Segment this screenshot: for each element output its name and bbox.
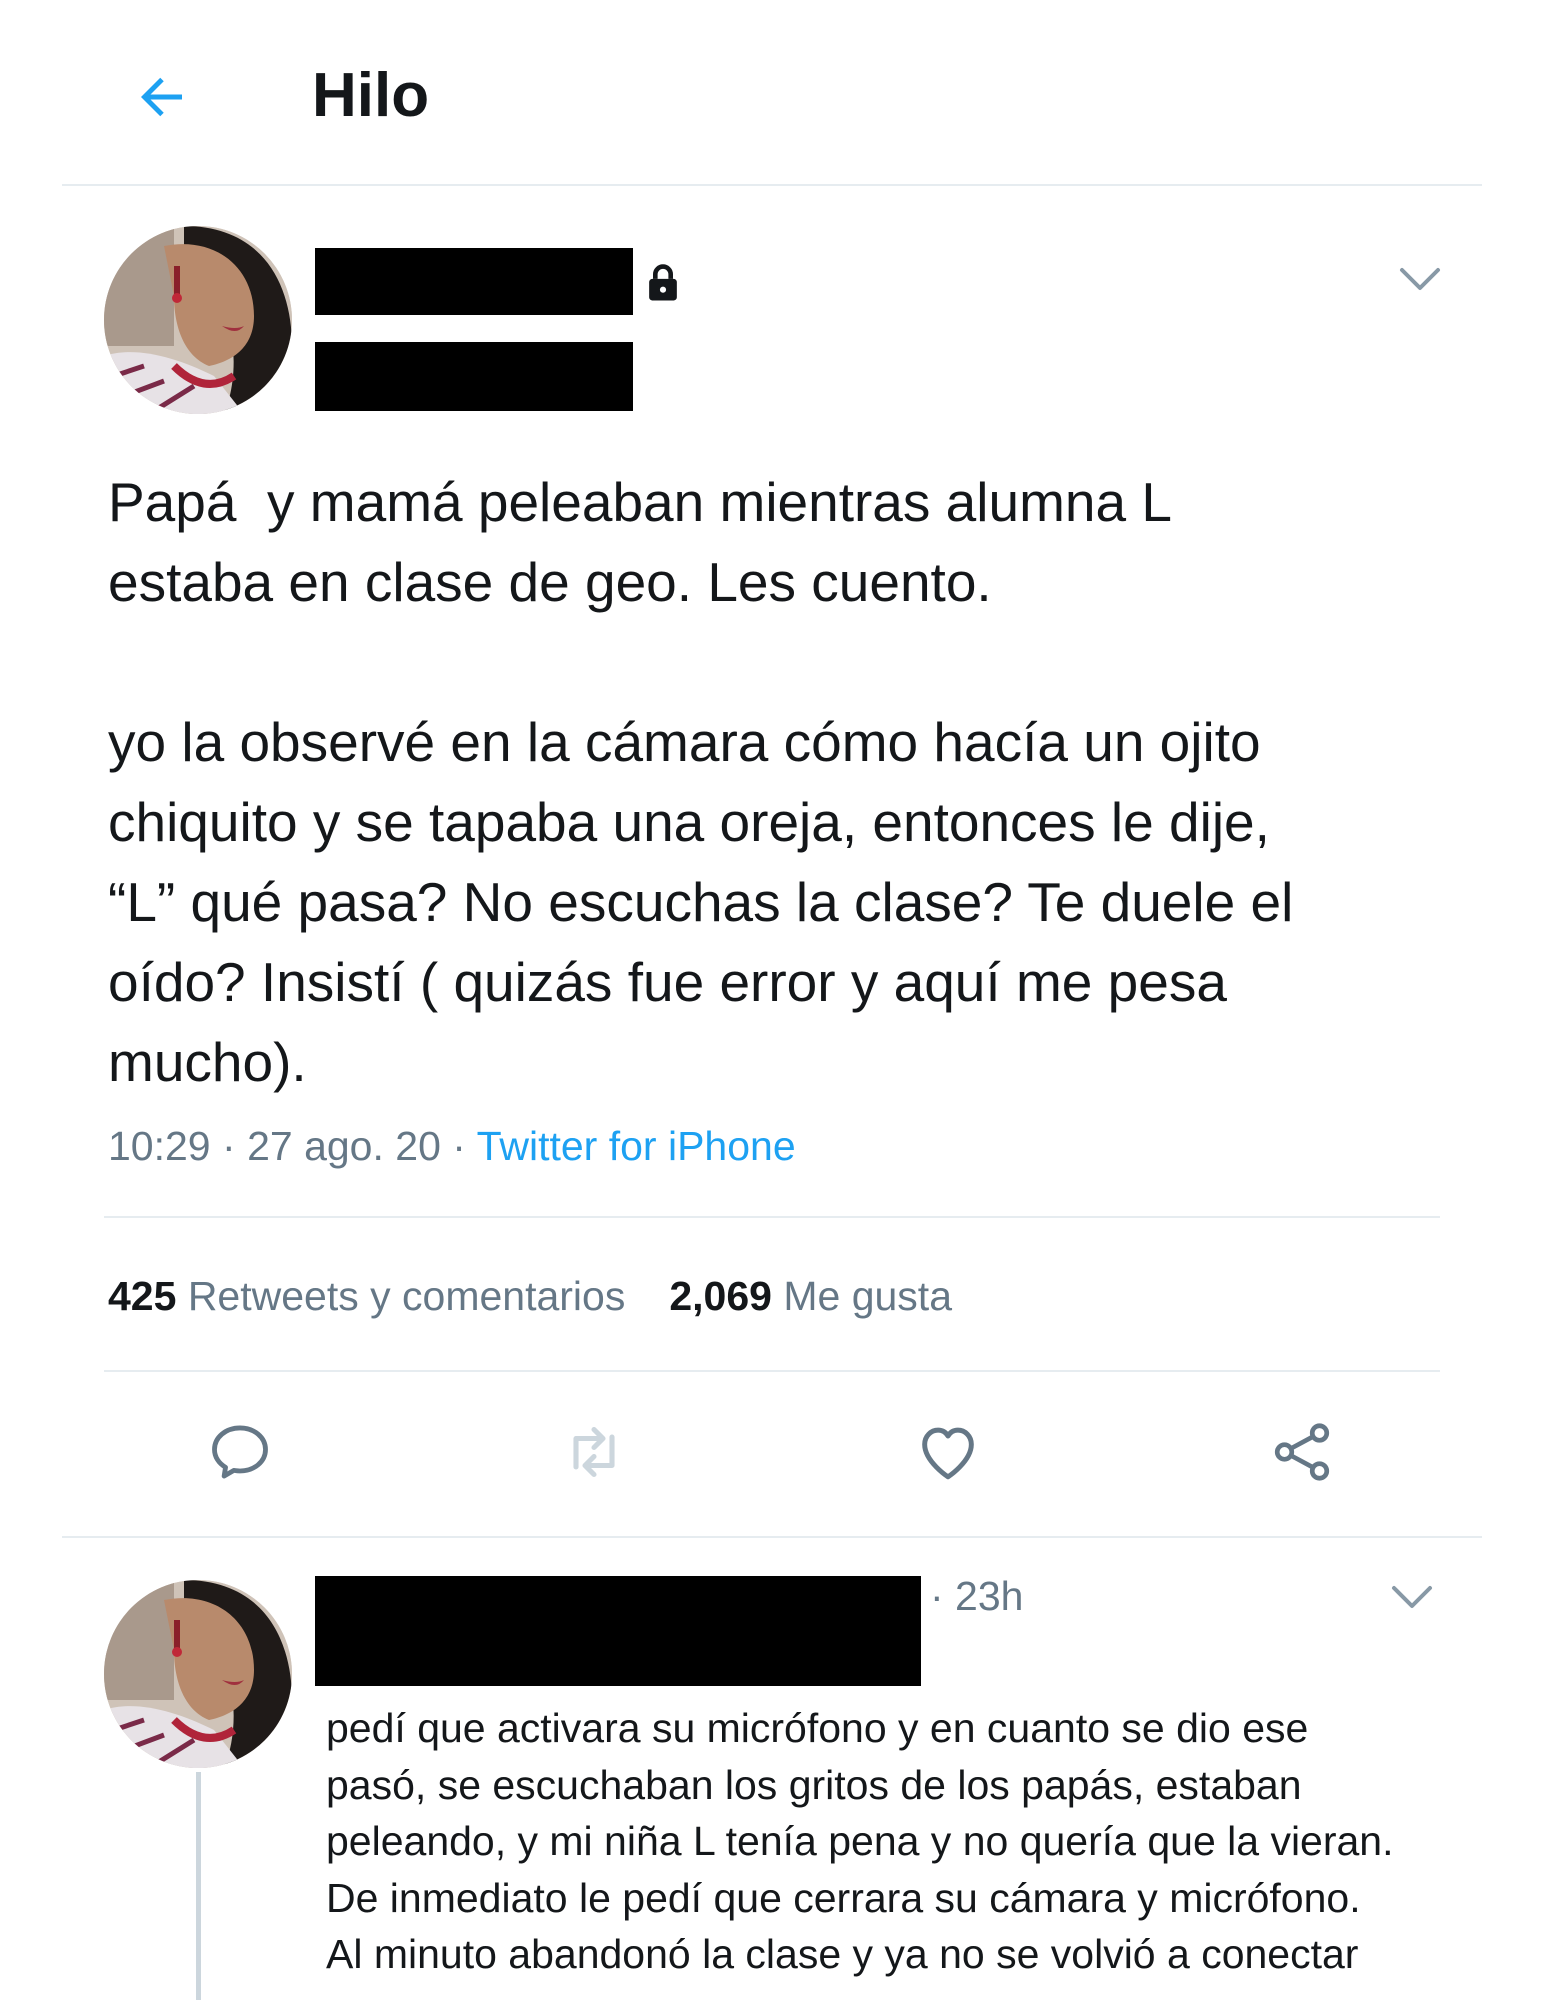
share-icon	[1274, 1423, 1330, 1481]
chevron-down-icon[interactable]	[1398, 264, 1442, 294]
heart-icon	[922, 1427, 974, 1480]
thread-header: Hilo	[0, 0, 1545, 185]
avatar-photo	[104, 1580, 292, 1768]
reply-text: pedí que activara su micrófono y en cuan…	[326, 1705, 1394, 1977]
header-divider	[62, 184, 1482, 186]
back-button[interactable]	[120, 55, 204, 139]
stats-divider	[104, 1370, 1440, 1372]
arrow-left-icon	[141, 77, 182, 117]
author-handle-redaction[interactable]	[315, 342, 633, 411]
tweet-date: 27 ago. 20	[247, 1123, 441, 1169]
tweet-source-link[interactable]: Twitter for iPhone	[477, 1123, 796, 1169]
author-name-redaction[interactable]	[315, 248, 633, 315]
retweet-button[interactable]	[554, 1412, 634, 1492]
tweet-divider	[62, 1536, 1482, 1538]
lock-icon	[649, 264, 677, 301]
reply-author-redaction[interactable]	[315, 1576, 921, 1686]
likes-stat[interactable]: 2,069 Me gusta	[669, 1273, 952, 1319]
tweet-meta: 10:29 · 27 ago. 20 · Twitter for iPhone	[108, 1118, 796, 1174]
page-title: Hilo	[312, 61, 430, 130]
likes-label: Me gusta	[783, 1273, 953, 1319]
reply-button[interactable]	[200, 1412, 280, 1492]
retweets-count: 425	[108, 1273, 177, 1319]
reply-time: · 23h	[930, 1573, 1024, 1619]
avatar[interactable]	[104, 226, 292, 414]
retweets-stat[interactable]: 425 Retweets y comentarios	[108, 1273, 625, 1319]
thread-connector	[196, 1772, 201, 2000]
likes-count: 2,069	[669, 1273, 772, 1319]
chevron-down-icon[interactable]	[1390, 1582, 1434, 1612]
tweet-time: 10:29	[108, 1123, 211, 1169]
tweet-stats: 425 Retweets y comentarios 2,069 Me gusta	[108, 1268, 952, 1324]
meta-divider	[104, 1216, 1440, 1218]
reply-avatar[interactable]	[104, 1580, 292, 1768]
tweet-text: Papá y mamá peleaban mientras alumna L e…	[108, 471, 1294, 1093]
avatar-photo	[104, 226, 292, 414]
comment-icon	[212, 1425, 268, 1479]
meta-separator: ·	[452, 1123, 466, 1169]
retweet-icon	[573, 1426, 615, 1478]
like-button[interactable]	[908, 1412, 988, 1492]
meta-separator: ·	[222, 1123, 236, 1169]
retweets-label: Retweets y comentarios	[187, 1273, 626, 1319]
share-button[interactable]	[1262, 1412, 1342, 1492]
